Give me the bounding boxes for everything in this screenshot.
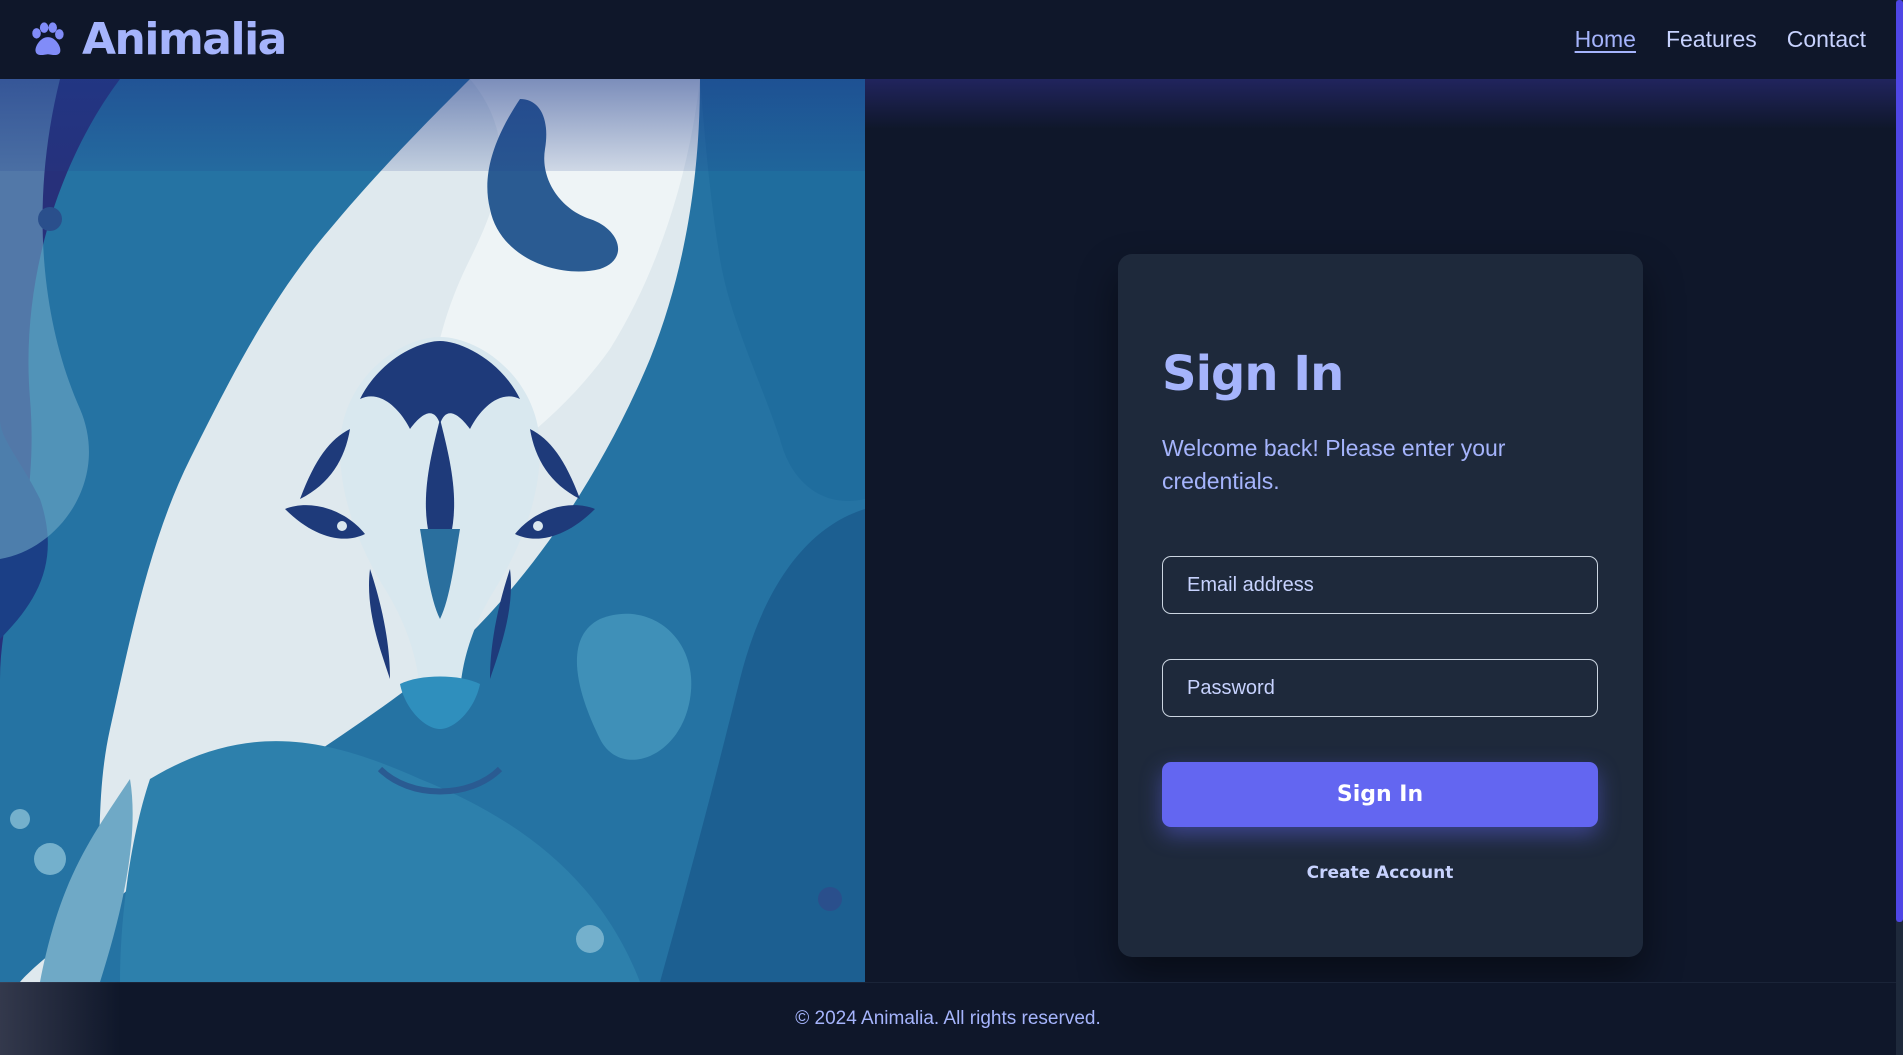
password-field[interactable]: [1162, 659, 1598, 717]
create-account-link[interactable]: Create Account: [1162, 863, 1598, 883]
tiger-illustration: [0, 79, 865, 982]
signin-button[interactable]: Sign In: [1162, 762, 1598, 827]
hero-illustration: [0, 79, 865, 982]
brand[interactable]: Animalia: [28, 14, 287, 65]
scrollbar-thumb[interactable]: [1896, 0, 1903, 922]
email-field[interactable]: [1162, 556, 1598, 614]
footer: © 2024 Animalia. All rights reserved.: [0, 982, 1896, 1055]
top-navbar: Animalia Home Features Contact: [0, 0, 1896, 79]
brand-name: Animalia: [82, 14, 287, 65]
footer-copyright: © 2024 Animalia. All rights reserved.: [795, 1008, 1101, 1029]
nav-link-contact[interactable]: Contact: [1787, 26, 1866, 53]
signin-title: Sign In: [1162, 346, 1344, 402]
signin-subtitle: Welcome back! Please enter your credenti…: [1162, 435, 1506, 494]
nav-link-home[interactable]: Home: [1575, 26, 1636, 53]
paw-icon: [32, 21, 64, 55]
nav-link-features[interactable]: Features: [1666, 26, 1757, 53]
main-nav: Home Features Contact: [1575, 26, 1866, 53]
footer-fade: [0, 982, 120, 1055]
signin-card: Sign In Welcome back! Please enter your …: [1118, 254, 1643, 957]
